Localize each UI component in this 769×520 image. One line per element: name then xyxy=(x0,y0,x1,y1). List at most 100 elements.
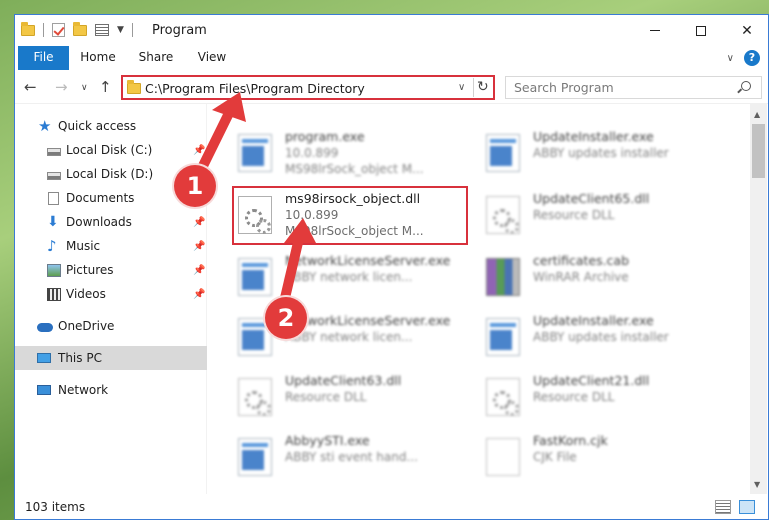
ribbon: File Home Share View ∨ ? xyxy=(15,46,768,70)
file-description: Resource DLL xyxy=(533,208,615,222)
search-icon[interactable] xyxy=(741,81,751,91)
close-button[interactable]: ✕ xyxy=(724,15,768,46)
back-arrow-icon[interactable]: ← xyxy=(24,78,37,96)
help-icon[interactable]: ? xyxy=(744,50,760,66)
pin-icon[interactable]: 📌 xyxy=(193,265,205,276)
exe-file-icon xyxy=(486,134,520,172)
sidebar-item-network[interactable]: Network xyxy=(15,378,207,402)
window-title: Program xyxy=(152,23,207,38)
file-item[interactable]: AbbyySTI.exe ABBY sti event hand... xyxy=(230,430,466,486)
videos-icon xyxy=(47,287,61,301)
customize-toolbar-chevron-icon[interactable]: ▼ xyxy=(117,25,124,35)
search-box[interactable]: Search Program xyxy=(505,76,762,99)
recent-locations-chevron-icon[interactable]: ∨ xyxy=(81,83,88,93)
status-bar: 103 items xyxy=(15,494,768,519)
step-badge-1: 1 xyxy=(174,165,216,207)
sidebar-item-label: This PC xyxy=(58,351,102,365)
file-name: UpdateClient65.dll xyxy=(533,191,650,206)
toolbar-separator xyxy=(131,23,133,37)
pin-icon[interactable]: 📌 xyxy=(193,241,205,252)
file-description: WinRAR Archive xyxy=(533,270,629,284)
exe-file-icon xyxy=(238,258,272,296)
scroll-up-arrow-icon[interactable]: ▲ xyxy=(754,110,760,119)
sidebar-item-onedrive[interactable]: OneDrive xyxy=(15,314,207,338)
file-name: NetworkLicenseServer.exe xyxy=(285,313,451,328)
scrollbar-thumb[interactable] xyxy=(752,124,765,178)
file-name: UpdateClient21.dll xyxy=(533,373,650,388)
file-description: ABBY network licen... xyxy=(285,270,413,284)
file-item[interactable]: UpdateClient63.dll Resource DLL xyxy=(230,370,466,426)
file-description: ABBY sti event hand... xyxy=(285,450,418,464)
sidebar-item-label: OneDrive xyxy=(58,319,115,333)
file-description: ABBY updates installer xyxy=(533,330,669,344)
address-path[interactable]: C:\Program Files\Program Directory xyxy=(145,81,365,96)
tab-home[interactable]: Home xyxy=(75,46,121,70)
maximize-button[interactable] xyxy=(678,15,724,46)
file-item[interactable]: program.exe 10.0.899 MS98lrSock_object M… xyxy=(230,126,466,182)
sidebar-item-label: Quick access xyxy=(58,119,137,133)
forward-arrow-icon[interactable]: → xyxy=(55,78,68,96)
sidebar-item-quick-access[interactable]: ★ Quick access xyxy=(15,114,207,138)
file-description: ABBY updates installer xyxy=(533,146,669,160)
tab-view[interactable]: View xyxy=(191,46,233,70)
file-item[interactable]: UpdateClient21.dll Resource DLL xyxy=(478,370,714,426)
properties-check-icon[interactable] xyxy=(52,23,65,37)
pin-icon[interactable]: 📌 xyxy=(193,145,205,156)
file-item[interactable]: FastKorn.cjk CJK File xyxy=(478,430,714,486)
dll-file-icon xyxy=(486,196,520,234)
file-item[interactable]: UpdateInstaller.exe ABBY updates install… xyxy=(478,126,714,182)
file-item[interactable]: UpdateClient65.dll Resource DLL xyxy=(478,188,714,244)
expand-ribbon-chevron-icon[interactable]: ∨ xyxy=(727,53,734,64)
step-badge-2: 2 xyxy=(265,297,307,339)
file-item[interactable]: UpdateInstaller.exe ABBY updates install… xyxy=(478,310,714,366)
file-item[interactable]: NetworkLicenseServer.exe ABBY network li… xyxy=(230,250,466,306)
file-name: NetworkLicenseServer.exe xyxy=(285,253,451,268)
vertical-scrollbar[interactable]: ▲ ▼ xyxy=(750,104,767,494)
address-bar[interactable]: C:\Program Files\Program Directory ∨ ↻ xyxy=(121,75,495,100)
tab-share[interactable]: Share xyxy=(131,46,181,70)
sidebar-item-downloads[interactable]: ⬇ Downloads 📌 xyxy=(15,210,207,234)
close-icon: ✕ xyxy=(741,22,753,39)
file-description: Resource DLL xyxy=(533,390,615,404)
sidebar-item-pictures[interactable]: Pictures 📌 xyxy=(15,258,207,282)
title-bar: ▼ Program ✕ xyxy=(15,15,768,46)
sidebar-item-videos[interactable]: Videos 📌 xyxy=(15,282,207,306)
minimize-icon xyxy=(650,30,660,31)
sidebar-item-label: Downloads xyxy=(66,215,132,229)
up-arrow-icon[interactable]: ↑ xyxy=(99,78,112,96)
tiles-view-icon[interactable] xyxy=(739,500,755,514)
properties-icon[interactable] xyxy=(95,24,109,36)
sidebar-item-local-disk-c[interactable]: Local Disk (C:) 📌 xyxy=(15,138,207,162)
file-description: MS98lrSock_object M... xyxy=(285,162,424,176)
file-item[interactable]: certificates.cab WinRAR Archive xyxy=(478,250,714,306)
file-name: FastKorn.cjk xyxy=(533,433,608,448)
minimize-button[interactable] xyxy=(632,15,678,46)
documents-icon xyxy=(48,191,59,205)
file-name: UpdateInstaller.exe xyxy=(533,129,654,144)
file-description: ABBY network licen... xyxy=(285,330,413,344)
pin-icon[interactable]: 📌 xyxy=(193,217,205,228)
exe-file-icon xyxy=(238,134,272,172)
download-icon: ⬇ xyxy=(47,213,59,230)
navigation-bar: ← → ∨ ↑ C:\Program Files\Program Directo… xyxy=(15,70,768,104)
address-history-chevron-icon[interactable]: ∨ xyxy=(458,82,465,93)
scroll-down-arrow-icon[interactable]: ▼ xyxy=(754,480,760,489)
maximize-icon xyxy=(696,25,706,36)
pin-icon[interactable]: 📌 xyxy=(193,289,205,300)
details-view-icon[interactable] xyxy=(715,500,731,514)
file-name: UpdateInstaller.exe xyxy=(533,313,654,328)
sidebar-item-this-pc[interactable]: This PC xyxy=(15,346,207,370)
new-folder-icon[interactable] xyxy=(73,21,87,36)
ribbon-right-controls: ∨ ? xyxy=(727,50,760,66)
drive-icon xyxy=(47,171,61,180)
search-input[interactable]: Search Program xyxy=(514,80,614,95)
sidebar-item-music[interactable]: ♪ Music 📌 xyxy=(15,234,207,258)
tab-file[interactable]: File xyxy=(18,46,69,70)
item-count: 103 items xyxy=(25,500,86,514)
address-folder-icon xyxy=(127,80,141,94)
refresh-icon[interactable]: ↻ xyxy=(477,79,489,95)
selected-file-highlight xyxy=(232,186,468,245)
folder-icon[interactable] xyxy=(21,21,35,36)
dll-file-icon xyxy=(238,378,272,416)
sidebar-item-label: Local Disk (D:) xyxy=(66,167,154,181)
